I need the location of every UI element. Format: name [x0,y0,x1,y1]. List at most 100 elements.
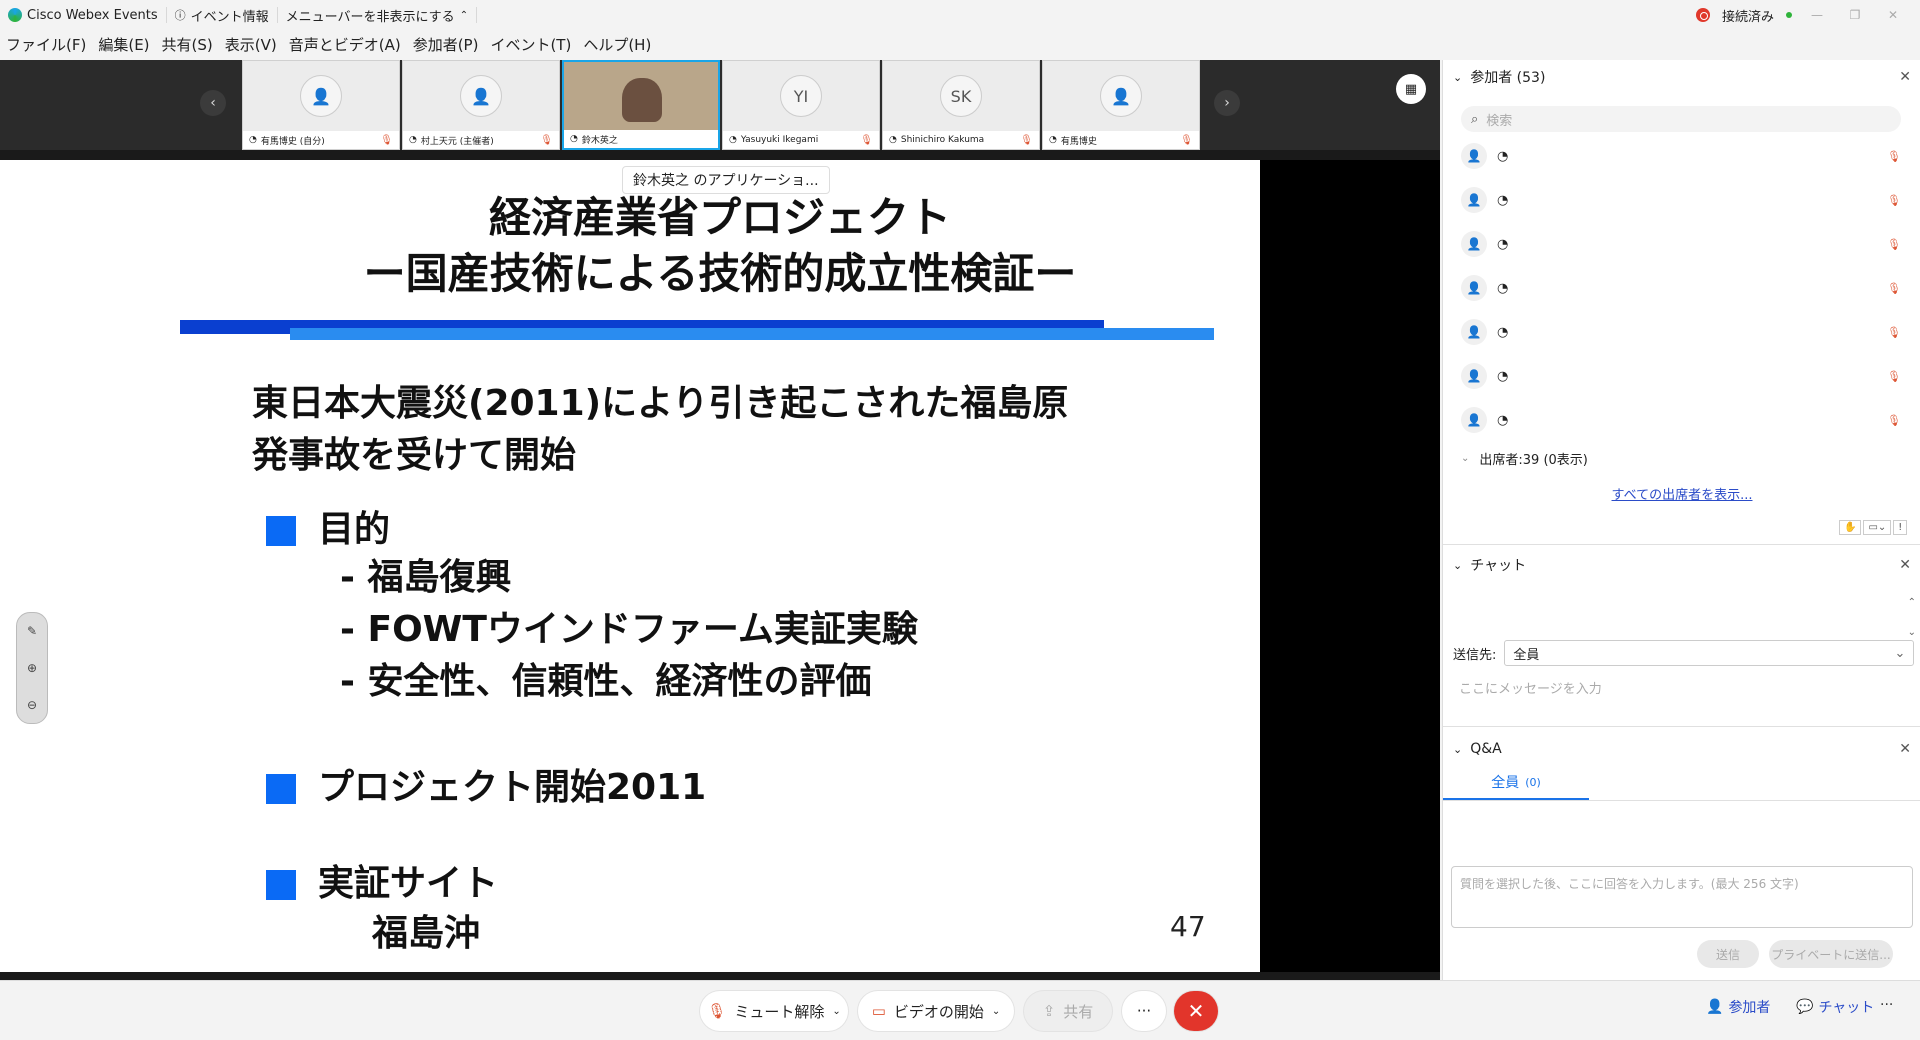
unmute-label: ミュート解除 [734,1002,825,1021]
slide-title-line1: 経済産業省プロジェクト [488,193,951,242]
qa-placeholder: 質問を選択した後、ここに回答を入力します。(最大 256 文字) [1460,877,1799,891]
site-heading-text: 実証サイト [318,863,499,904]
participant-search[interactable]: ⌕ 検索 [1461,106,1901,132]
person-icon: 👤 [1111,86,1131,106]
alert-icon[interactable]: ! [1893,520,1908,535]
video-filmstrip: ‹ 👤 ◔ 有馬博史 (自分) 🎙 👤 ◔ 村上天元 (主催者) 🎙 ◔ 鈴木英之 YI … [0,60,1440,150]
menu-audio-video[interactable]: 音声とビデオ(A) [283,34,407,55]
annotate-icon[interactable]: ✎ [27,624,37,638]
participant-row[interactable]: 👤 ◔ 🎙 [1461,182,1901,218]
close-chat-button[interactable]: ✕ [1899,557,1911,573]
zoom-in-icon[interactable]: ⊕ [27,661,37,675]
participant-row[interactable]: 👤 ◔ 🎙 [1461,358,1901,394]
participant-row[interactable]: 👤 ◔ 🎙 [1461,270,1901,306]
thumb-name: Shinichiro Kakuma [900,135,985,145]
chevron-down-icon: ⌄ [1453,558,1463,572]
thumb-name: 村上天元 (主催者) [420,136,494,147]
attendees-group[interactable]: ⌄ 出席者:39 (0表示) [1461,440,1901,476]
video-thumb[interactable]: 👤 ◔ 村上天元 (主催者) 🎙 [402,60,560,150]
panel-more-button[interactable]: ··· [1880,997,1893,1013]
chat-panel-button[interactable]: 💬 チャット [1796,997,1874,1017]
mic-muted-icon: 🎙 [1887,325,1901,339]
video-thumb[interactable]: YI ◔ Yasuyuki Ikegami 🎙 [722,60,880,150]
video-off-icon: ▭ [871,1002,886,1020]
qa-tab-label: 全員 [1491,775,1520,791]
purpose-list: - 福島復興 - FOWTウインドファーム実証実験 - 安全性、信頼性、経済性の… [340,552,918,708]
zoom-out-icon[interactable]: ⊖ [27,698,37,712]
event-info-button[interactable]: ⓘ イベント情報 [167,7,278,25]
mic-muted-icon: 🎙 [1887,149,1901,163]
qa-tab-all[interactable]: 全員 (0) [1443,766,1589,800]
record-icon [1695,8,1710,22]
close-window-button[interactable]: ✕ [1880,8,1906,22]
app-name-label: Cisco Webex Events [27,7,158,23]
mic-muted-icon: 🎙 [540,134,553,146]
slide-page-number: 47 [1170,910,1206,943]
minimize-button[interactable]: — [1804,8,1830,22]
purpose-item: - 安全性、信頼性、経済性の評価 [340,661,872,702]
video-thumb[interactable]: 👤 ◔ 有馬博史 🎙 [1042,60,1200,150]
more-options-button[interactable]: ··· [1122,991,1166,1031]
mic-muted-icon: 🎙 [707,1002,727,1020]
video-thumb-active[interactable]: ◔ 鈴木英之 [562,60,720,150]
show-all-attendees-link[interactable]: すべての出席者を表示... [1443,484,1920,503]
site-value: 福島沖 [372,913,481,954]
chevron-up-icon: ⌃ [459,9,469,21]
unmute-button[interactable]: 🎙 ミュート解除 ⌄ [700,991,848,1031]
avatar: 👤 [300,75,342,117]
participant-row[interactable]: 👤 ◔ 🎙 [1461,314,1901,350]
video-thumb[interactable]: SK ◔ Shinichiro Kakuma 🎙 [882,60,1040,150]
feedback-icon[interactable]: ▭⌄ [1863,520,1892,535]
leave-meeting-button[interactable]: ✕ [1174,991,1218,1031]
chat-message-input[interactable]: ここにメッセージを入力 [1459,678,1602,697]
mic-muted-icon: 🎙 [1887,237,1901,251]
participant-row[interactable]: 👤 ◔ 🎙 [1461,138,1901,174]
hide-menu-button[interactable]: メニューバーを非表示にする ⌃ [278,7,478,25]
mic-muted-icon: 🎙 [380,134,393,146]
qa-answer-input[interactable]: 質問を選択した後、ここに回答を入力します。(最大 256 文字) [1451,866,1913,928]
qa-send-button[interactable]: 送信 [1697,940,1759,968]
calendar-icon[interactable]: ▦ [1396,74,1426,104]
thumb-name: 有馬博史 [1060,136,1097,147]
restore-button[interactable]: ❐ [1842,8,1868,22]
qa-private-send-button[interactable]: プライベートに送信... [1769,940,1893,968]
connection-status: 接続済み [1721,9,1774,25]
menu-event[interactable]: イベント(T) [484,34,577,55]
filmstrip-next-button[interactable]: › [1214,90,1240,116]
chat-header[interactable]: ⌄ チャット ✕ [1443,548,1920,582]
qa-header[interactable]: ⌄ Q&A ✕ [1443,732,1920,766]
bullet-square [266,870,296,900]
close-icon: ✕ [1187,999,1205,1023]
menu-file[interactable]: ファイル(F) [0,34,92,55]
audio-icon: ◔ [249,135,257,145]
qa-tab-count: (0) [1525,775,1541,789]
close-participants-button[interactable]: ✕ [1899,69,1911,85]
participants-header[interactable]: ⌄ 参加者 (53) ✕ [1443,60,1920,94]
menu-help[interactable]: ヘルプ(H) [577,34,657,55]
participants-panel-button[interactable]: 👤 参加者 [1706,997,1770,1017]
audio-icon: ◔ [570,134,578,144]
person-icon: 👤 [1461,275,1487,301]
participants-label: 参加者 [1728,1000,1771,1016]
thumb-name: 鈴木英之 [581,135,618,146]
start-video-button[interactable]: ▭ ビデオの開始 ⌄ [858,991,1014,1031]
participant-row[interactable]: 👤 ◔ 🎙 [1461,226,1901,262]
participant-row[interactable]: 👤 ◔ 🎙 [1461,402,1901,438]
menu-view[interactable]: 表示(V) [219,34,283,55]
share-button[interactable]: ⇪ 共有 [1024,991,1112,1031]
raise-hand-icon[interactable]: ✋ [1839,520,1862,535]
chat-label: チャット [1818,1000,1875,1016]
audio-icon: ◔ [1497,148,1509,164]
intro-text: 東日本大震災(2011)により引き起こされた福島原 発事故を受けて開始 [252,378,1068,482]
menu-share[interactable]: 共有(S) [156,34,219,55]
slide-letterbox [1260,160,1440,972]
send-to-select[interactable]: 全員 ⌄ [1504,640,1915,666]
more-icon: ··· [1136,1002,1152,1020]
close-qa-button[interactable]: ✕ [1899,741,1911,757]
chat-scrollbar[interactable]: ⌃ ⌄ [1908,588,1916,648]
video-thumb[interactable]: 👤 ◔ 有馬博史 (自分) 🎙 [242,60,400,150]
shared-slide: 鈴木英之 のアプリケーショ... 経済産業省プロジェクト ー国産技術による技術的… [0,160,1260,972]
filmstrip-prev-button[interactable]: ‹ [200,90,226,116]
menu-edit[interactable]: 編集(E) [92,34,155,55]
menu-participants[interactable]: 参加者(P) [407,34,485,55]
